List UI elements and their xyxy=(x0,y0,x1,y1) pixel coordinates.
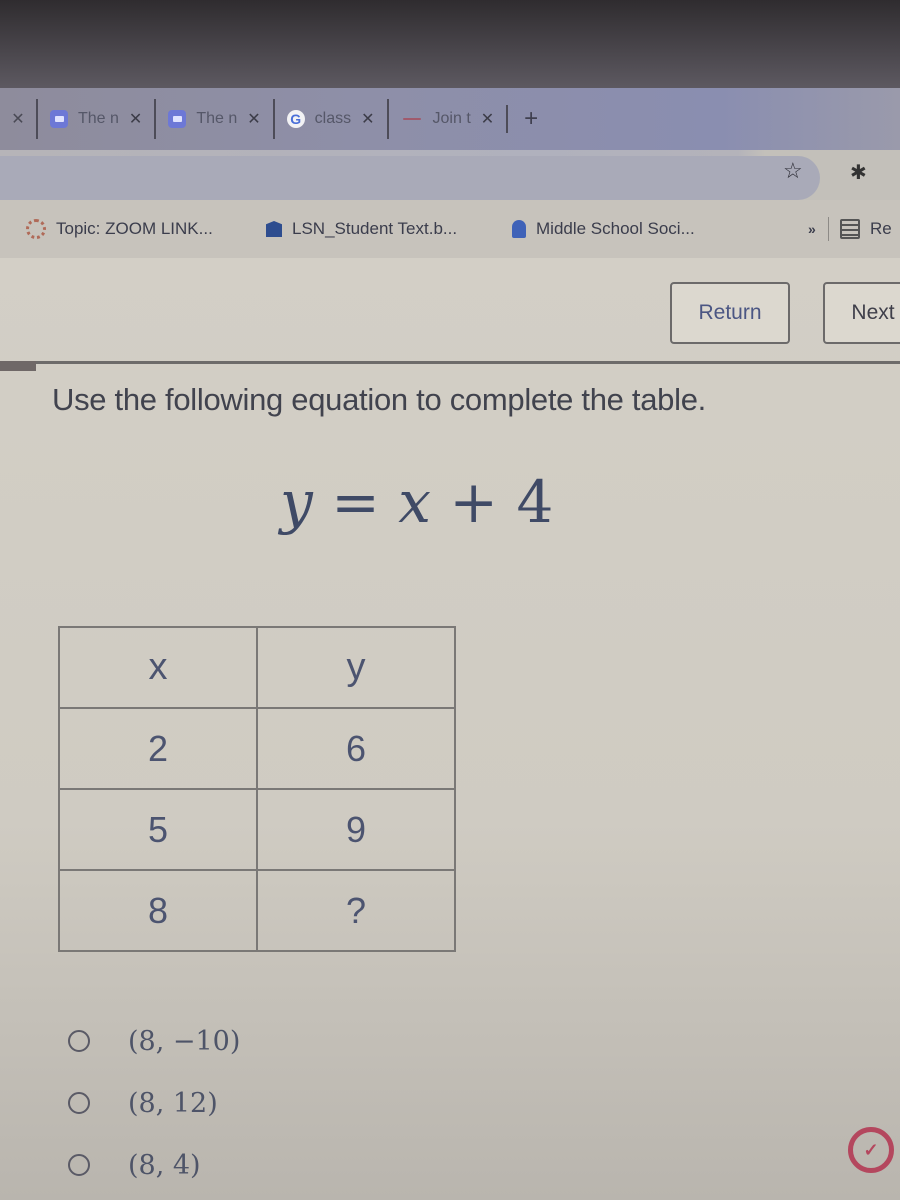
school-logo-icon xyxy=(266,221,282,237)
tab-join[interactable]: Join t ✕ xyxy=(386,99,507,139)
equation-equals: = xyxy=(331,468,380,536)
progress-fill xyxy=(0,361,36,371)
bookmarks-bar: Topic: ZOOM LINK... LSN_Student Text.b..… xyxy=(0,200,900,258)
close-icon[interactable]: ✕ xyxy=(247,109,260,129)
table-row: 5 9 xyxy=(58,788,456,871)
table-header-row: x y xyxy=(58,626,456,709)
equation-operator: + xyxy=(449,468,499,536)
tab-google-class[interactable]: G class ✕ xyxy=(272,99,387,139)
bookmark-middle-school[interactable]: Middle School Soci... xyxy=(512,219,695,239)
join-link-icon xyxy=(401,110,423,128)
tab-strip: ✕ The n ✕ The n ✕ G class ✕ Join t ✕ + xyxy=(0,88,900,150)
tab-zoom-1[interactable]: The n ✕ xyxy=(36,99,154,139)
return-button[interactable]: Return xyxy=(670,282,790,344)
tab-zoom-2[interactable]: The n ✕ xyxy=(154,99,272,139)
new-tab-button[interactable]: + xyxy=(506,105,554,133)
reading-list-icon xyxy=(840,219,860,239)
zoom-video-icon xyxy=(168,110,187,128)
bookmark-student-text[interactable]: LSN_Student Text.b... xyxy=(266,219,457,239)
cell-x: 2 xyxy=(58,707,258,790)
radio-button[interactable] xyxy=(68,1030,90,1052)
radio-button[interactable] xyxy=(68,1092,90,1114)
reading-list-label: Re xyxy=(870,219,892,238)
divider xyxy=(828,217,829,241)
bookmark-zoom-link[interactable]: Topic: ZOOM LINK... xyxy=(26,219,213,239)
zoom-video-icon xyxy=(50,110,68,128)
cell-x: 5 xyxy=(58,788,258,871)
close-icon[interactable]: ✕ xyxy=(0,109,36,129)
tab-title: class xyxy=(314,110,352,127)
close-icon[interactable]: ✕ xyxy=(361,109,374,129)
choice-label: (8, 4) xyxy=(128,1149,201,1181)
bookmark-label: Middle School Soci... xyxy=(536,219,695,238)
header-y: y xyxy=(256,626,456,709)
table-row: 2 6 xyxy=(58,707,456,790)
equation: y = x + 4 xyxy=(280,468,553,536)
bookmark-star-icon[interactable]: ☆ xyxy=(783,158,803,184)
address-bar-area xyxy=(0,150,900,200)
table-row: 8 ? xyxy=(58,869,456,952)
xy-table: x y 2 6 5 9 8 ? xyxy=(58,626,456,952)
choice-label: (8, −10) xyxy=(128,1025,241,1057)
reading-list-button[interactable]: Re xyxy=(840,219,892,239)
check-badge-icon[interactable]: ✓ xyxy=(848,1127,894,1173)
equation-constant: 4 xyxy=(516,468,554,536)
canvas-ring-icon xyxy=(26,219,46,239)
equation-lhs: y xyxy=(280,468,313,536)
bookmark-label: LSN_Student Text.b... xyxy=(292,219,458,238)
more-bookmarks-chevron-icon[interactable]: » xyxy=(808,221,816,237)
cell-y: 6 xyxy=(256,707,456,790)
header-x: x xyxy=(58,626,258,709)
cell-y: 9 xyxy=(256,788,456,871)
house-icon xyxy=(512,220,526,238)
choice-option-2[interactable]: (8, 12) xyxy=(68,1072,240,1134)
tab-title: The n xyxy=(196,110,238,127)
tab-title: Join t xyxy=(432,110,471,127)
equation-variable: x xyxy=(398,468,431,536)
tab-title: The n xyxy=(78,110,119,127)
answer-choices: (8, −10) (8, 12) (8, 4) xyxy=(68,1010,240,1196)
close-icon[interactable]: ✕ xyxy=(129,109,142,129)
google-g-icon: G xyxy=(286,110,305,128)
choice-option-3[interactable]: (8, 4) xyxy=(68,1134,240,1196)
choice-option-1[interactable]: (8, −10) xyxy=(68,1010,240,1072)
choice-label: (8, 12) xyxy=(128,1087,218,1119)
extensions-puzzle-icon[interactable]: ✱ xyxy=(850,160,867,185)
close-icon[interactable]: ✕ xyxy=(481,109,494,129)
cell-y: ? xyxy=(256,869,456,952)
radio-button[interactable] xyxy=(68,1154,90,1176)
progress-track xyxy=(0,361,900,364)
next-button[interactable]: Next xyxy=(823,282,900,344)
bookmark-label: Topic: ZOOM LINK... xyxy=(56,219,213,238)
question-prompt: Use the following equation to complete t… xyxy=(52,382,706,417)
screen-bezel xyxy=(0,0,900,90)
cell-x: 8 xyxy=(58,869,258,952)
address-input[interactable] xyxy=(0,156,820,200)
